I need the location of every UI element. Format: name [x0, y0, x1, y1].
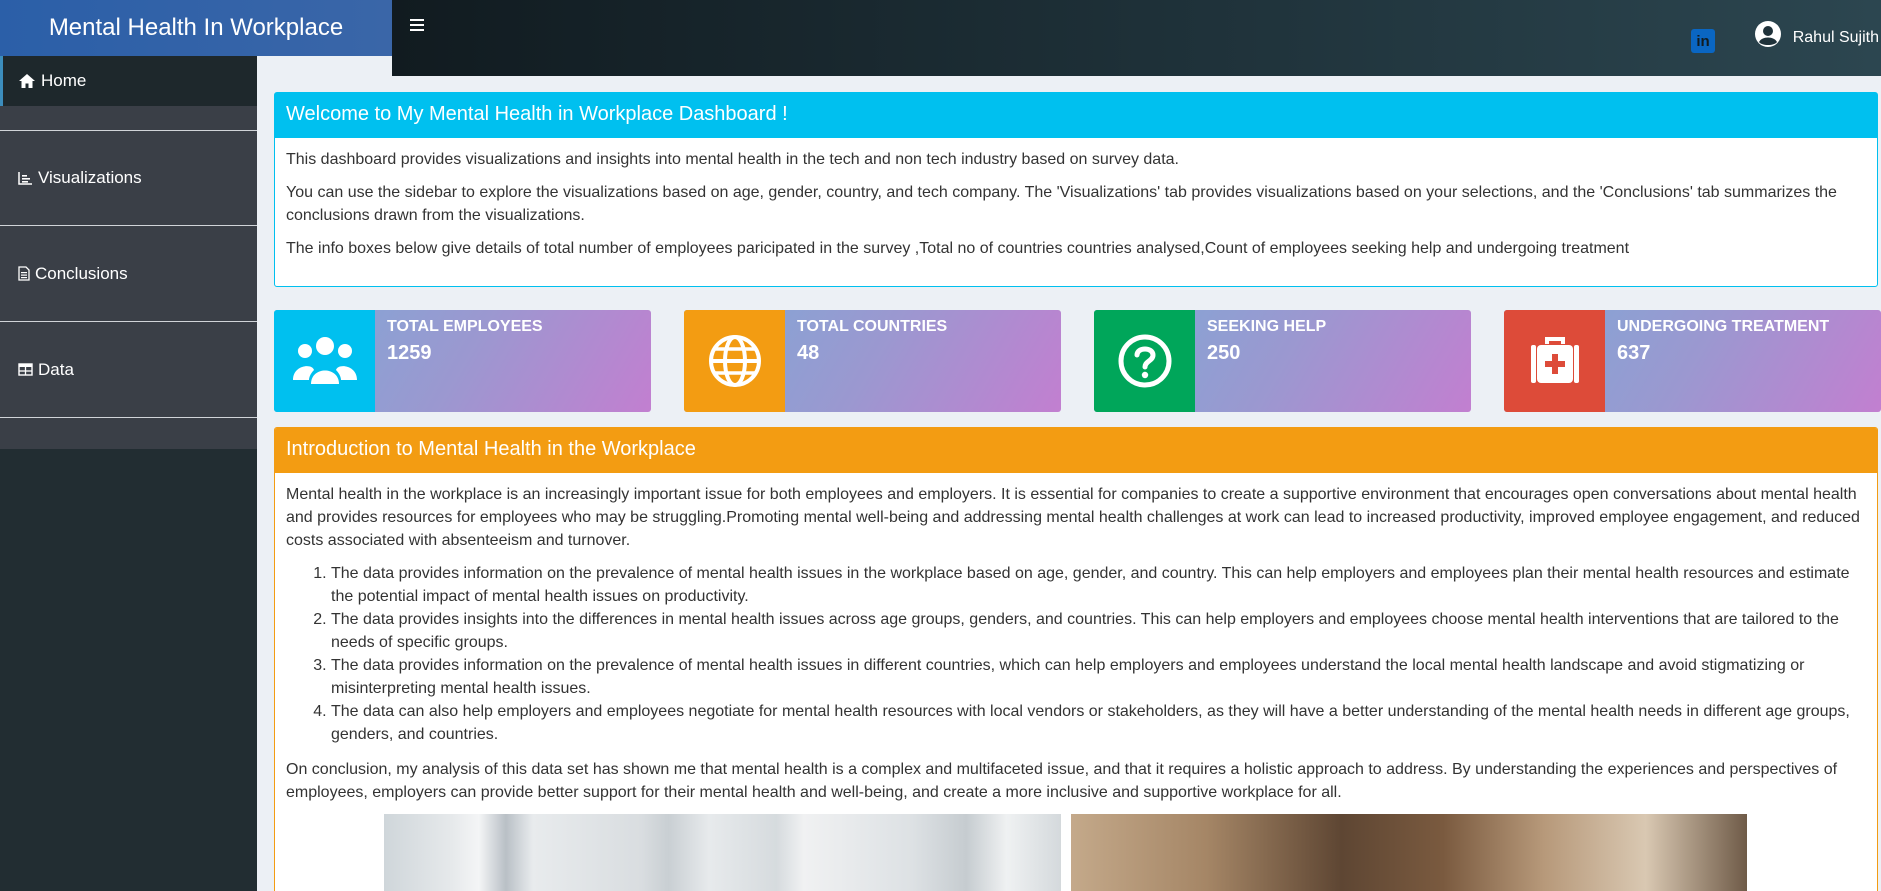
- chart-icon: [18, 172, 32, 185]
- info-box-total-employees: Total Employees 1259: [274, 310, 651, 412]
- person-at-work-image: [1071, 814, 1747, 891]
- document-icon: [18, 266, 30, 281]
- intro-body: Mental health in the workplace is an inc…: [275, 473, 1877, 891]
- info-value: 250: [1207, 342, 1241, 364]
- sidebar-item-label: Home: [41, 71, 87, 90]
- info-value: 637: [1617, 342, 1651, 364]
- home-icon: [19, 74, 35, 88]
- user-circle-icon[interactable]: [1754, 20, 1782, 48]
- intro-images: [286, 814, 1866, 891]
- welcome-box: Welcome to My Mental Health in Workplace…: [274, 92, 1878, 287]
- info-label: Total Employees: [387, 318, 543, 335]
- sidebar-item-visualizations[interactable]: Visualizations: [0, 130, 257, 226]
- intro-box: Introduction to Mental Health in the Wor…: [274, 427, 1878, 891]
- welcome-paragraph: This dashboard provides visualizations a…: [286, 151, 1179, 168]
- welcome-paragraph: The info boxes below give details of tot…: [286, 240, 1630, 257]
- welcome-paragraph: You can use the sidebar to explore the v…: [286, 184, 1837, 224]
- sidebar-item-label: Data: [38, 359, 74, 379]
- office-window-image: [384, 814, 1061, 891]
- top-navbar: in Rahul Sujith: [392, 0, 1881, 76]
- sidebar: Home Visualizations Conclusions Data: [0, 56, 257, 891]
- info-box-seeking-help: Seeking Help 250: [1094, 310, 1471, 412]
- table-icon: [18, 363, 33, 376]
- sidebar-item-data[interactable]: Data: [0, 322, 257, 418]
- info-value: 1259: [387, 342, 432, 364]
- sidebar-menu: Home Visualizations Conclusions Data: [0, 56, 257, 449]
- info-box-total-countries: Total Countries 48: [684, 310, 1061, 412]
- info-box-undergoing-treatment: Undergoing Treatment 637: [1504, 310, 1881, 412]
- users-icon: [274, 310, 375, 412]
- app-title: Mental Health In Workplace: [48, 14, 344, 41]
- list-item: The data can also help employers and emp…: [331, 700, 1866, 746]
- sidebar-toggle-icon[interactable]: [410, 16, 430, 36]
- intro-list: The data provides information on the pre…: [331, 562, 1866, 746]
- info-value: 48: [797, 342, 820, 364]
- info-label: Total Countries: [797, 318, 948, 335]
- app-logo[interactable]: Mental Health In Workplace: [0, 0, 392, 56]
- sidebar-item-label: Conclusions: [35, 263, 128, 283]
- info-label: Seeking Help: [1207, 318, 1327, 335]
- linkedin-icon[interactable]: in: [1691, 29, 1715, 53]
- list-item: The data provides information on the pre…: [331, 562, 1866, 608]
- question-circle-icon: [1094, 310, 1195, 412]
- globe-icon: [684, 310, 785, 412]
- welcome-title: Welcome to My Mental Health in Workplace…: [275, 93, 1877, 138]
- intro-conclusion-paragraph: On conclusion, my analysis of this data …: [286, 761, 1838, 801]
- welcome-body: This dashboard provides visualizations a…: [275, 138, 1877, 280]
- sidebar-item-conclusions[interactable]: Conclusions: [0, 226, 257, 322]
- list-item: The data provides information on the pre…: [331, 654, 1866, 700]
- sidebar-item-home[interactable]: Home: [0, 56, 257, 106]
- list-item: The data provides insights into the diff…: [331, 608, 1866, 654]
- info-label: Undergoing Treatment: [1617, 318, 1830, 335]
- intro-title: Introduction to Mental Health in the Wor…: [275, 428, 1877, 473]
- user-name[interactable]: Rahul Sujith: [1793, 29, 1879, 47]
- intro-paragraph: Mental health in the workplace is an inc…: [286, 486, 1860, 549]
- sidebar-item-label: Visualizations: [38, 168, 142, 187]
- medkit-icon: [1504, 310, 1605, 412]
- main-content: Welcome to My Mental Health in Workplace…: [257, 76, 1881, 891]
